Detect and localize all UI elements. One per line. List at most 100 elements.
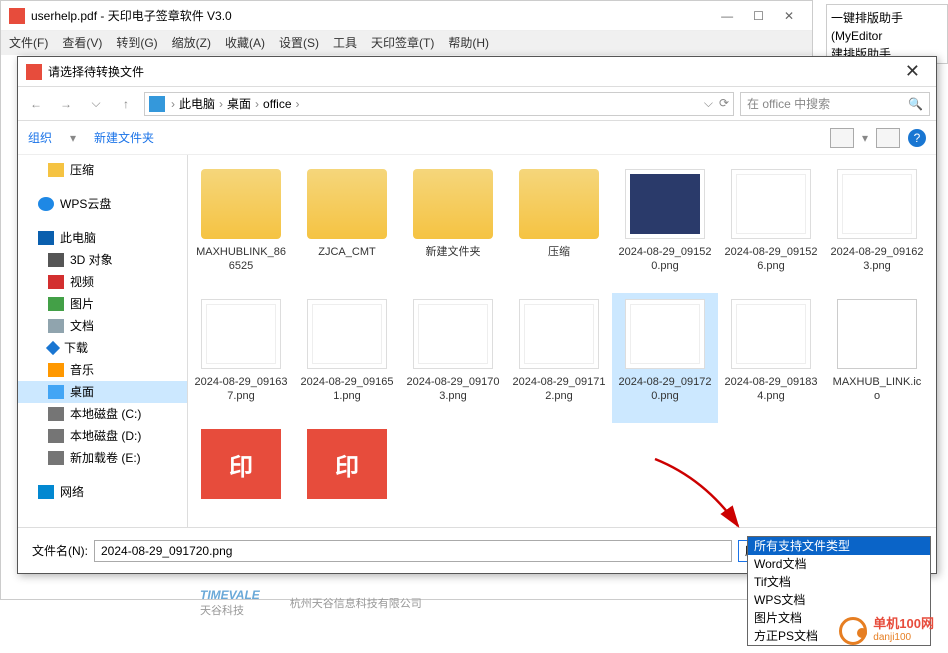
watermark: 单机100网 danji100 bbox=[839, 617, 934, 645]
toolbar-row: 组织▾ 新建文件夹 ▾ ? bbox=[18, 121, 936, 155]
crumb-desktop[interactable]: 桌面 bbox=[227, 95, 251, 112]
tree-item-compress[interactable]: 压缩 bbox=[18, 159, 187, 181]
maximize-button[interactable]: ☐ bbox=[753, 1, 764, 31]
file-item-logo1[interactable]: 印 bbox=[188, 423, 294, 527]
file-thumb bbox=[731, 299, 811, 369]
address-bar[interactable]: › 此电脑 › 桌面 › office › ⌵ ⟳ bbox=[144, 92, 734, 116]
file-label: MAXHUB_LINK.ico bbox=[830, 375, 924, 403]
file-item-zjca[interactable]: ZJCA_CMT bbox=[294, 163, 400, 293]
help-button[interactable]: ? bbox=[908, 129, 926, 147]
menu-view[interactable]: 查看(V) bbox=[62, 31, 102, 55]
file-label: 2024-08-29_091623.png bbox=[830, 245, 924, 273]
tree-item-diskd[interactable]: 本地磁盘 (D:) bbox=[18, 425, 187, 447]
dropdown-option-2[interactable]: Tif文档 bbox=[748, 573, 930, 591]
file-label: MAXHUBLINK_866525 bbox=[194, 245, 288, 273]
back-button[interactable]: ← bbox=[24, 92, 48, 116]
organize-button[interactable]: 组织 bbox=[28, 129, 52, 146]
new-folder-button[interactable]: 新建文件夹 bbox=[94, 129, 154, 146]
file-item-p1834[interactable]: 2024-08-29_091834.png bbox=[718, 293, 824, 423]
file-item-p1712[interactable]: 2024-08-29_091712.png bbox=[506, 293, 612, 423]
tree-item-pics[interactable]: 图片 bbox=[18, 293, 187, 315]
tree-item-pc[interactable]: 此电脑 bbox=[18, 227, 187, 249]
menu-sign[interactable]: 天印签章(T) bbox=[371, 31, 434, 55]
file-item-maxhub[interactable]: MAXHUBLINK_866525 bbox=[188, 163, 294, 293]
menu-settings[interactable]: 设置(S) bbox=[279, 31, 319, 55]
dropdown-option-1[interactable]: Word文档 bbox=[748, 555, 930, 573]
file-label: 2024-08-29_091520.png bbox=[618, 245, 712, 273]
dialog-icon bbox=[26, 64, 42, 80]
ic-3d-icon bbox=[48, 253, 64, 267]
file-item-ico[interactable]: MAXHUB_LINK.ico bbox=[824, 293, 930, 423]
file-label: 2024-08-29_091651.png bbox=[300, 375, 394, 403]
crumb-office[interactable]: office bbox=[263, 97, 291, 111]
tree-item-music[interactable]: 音乐 bbox=[18, 359, 187, 381]
dropdown-option-0[interactable]: 所有支持文件类型 bbox=[748, 537, 930, 555]
file-label: 新建文件夹 bbox=[426, 245, 481, 259]
file-thumb bbox=[837, 169, 917, 239]
ic-disk-icon bbox=[48, 407, 64, 421]
crumb-pc[interactable]: 此电脑 bbox=[179, 95, 215, 112]
tree-item-wps[interactable]: WPS云盘 bbox=[18, 193, 187, 215]
file-thumb bbox=[201, 169, 281, 239]
search-input[interactable]: 在 office 中搜索 🔍 bbox=[740, 92, 930, 116]
menu-zoom[interactable]: 缩放(Z) bbox=[172, 31, 211, 55]
ic-disk-icon bbox=[48, 429, 64, 443]
file-thumb bbox=[307, 169, 387, 239]
preview-toggle-button[interactable] bbox=[876, 128, 900, 148]
filename-input[interactable] bbox=[94, 540, 732, 562]
side-line1: 一键排版助手(MyEditor bbox=[831, 9, 943, 45]
addr-dropdown-icon[interactable]: ⌵ bbox=[704, 96, 713, 111]
file-label: 2024-08-29_091720.png bbox=[618, 375, 712, 403]
dialog-titlebar: 请选择待转换文件 ✕ bbox=[18, 57, 936, 87]
tree-item-diske[interactable]: 新加载卷 (E:) bbox=[18, 447, 187, 469]
file-item-p1520[interactable]: 2024-08-29_091520.png bbox=[612, 163, 718, 293]
dialog-close-button[interactable]: ✕ bbox=[897, 61, 928, 82]
main-menu: 文件(F) 查看(V) 转到(G) 缩放(Z) 收藏(A) 设置(S) 工具 天… bbox=[1, 31, 812, 55]
file-item-compressf[interactable]: 压缩 bbox=[506, 163, 612, 293]
file-item-p1651[interactable]: 2024-08-29_091651.png bbox=[294, 293, 400, 423]
file-thumb bbox=[307, 299, 387, 369]
dropdown-option-3[interactable]: WPS文档 bbox=[748, 591, 930, 609]
file-item-p1720[interactable]: 2024-08-29_091720.png bbox=[612, 293, 718, 423]
menu-goto[interactable]: 转到(G) bbox=[116, 31, 157, 55]
files-area[interactable]: MAXHUBLINK_866525ZJCA_CMT新建文件夹压缩2024-08-… bbox=[188, 155, 936, 527]
tree-item-network[interactable]: 网络 bbox=[18, 481, 187, 503]
refresh-icon[interactable]: ⟳ bbox=[719, 96, 729, 111]
file-thumb: 印 bbox=[307, 429, 387, 499]
file-item-p1623[interactable]: 2024-08-29_091623.png bbox=[824, 163, 930, 293]
menu-fav[interactable]: 收藏(A) bbox=[225, 31, 265, 55]
footer-addr: 杭州天谷信息科技有限公司 bbox=[290, 595, 422, 611]
tree-item-video[interactable]: 视频 bbox=[18, 271, 187, 293]
search-icon: 🔍 bbox=[908, 97, 923, 111]
menu-help[interactable]: 帮助(H) bbox=[448, 31, 489, 55]
file-item-p1526[interactable]: 2024-08-29_091526.png bbox=[718, 163, 824, 293]
recent-dropdown[interactable]: ⌵ bbox=[84, 92, 108, 116]
file-item-p1703[interactable]: 2024-08-29_091703.png bbox=[400, 293, 506, 423]
tree-item-3d[interactable]: 3D 对象 bbox=[18, 249, 187, 271]
file-thumb bbox=[519, 299, 599, 369]
tree-item-desktop[interactable]: 桌面 bbox=[18, 381, 187, 403]
file-dialog: 请选择待转换文件 ✕ ← → ⌵ ↑ › 此电脑 › 桌面 › office ›… bbox=[17, 56, 937, 574]
menu-tools[interactable]: 工具 bbox=[333, 31, 357, 55]
minimize-button[interactable]: — bbox=[721, 1, 733, 31]
file-item-p1637[interactable]: 2024-08-29_091637.png bbox=[188, 293, 294, 423]
view-mode-button[interactable] bbox=[830, 128, 854, 148]
main-title: userhelp.pdf - 天印电子签章软件 V3.0 bbox=[31, 1, 232, 31]
up-button[interactable]: ↑ bbox=[114, 92, 138, 116]
file-thumb bbox=[519, 169, 599, 239]
file-thumb bbox=[413, 169, 493, 239]
file-label: 2024-08-29_091834.png bbox=[724, 375, 818, 403]
tree-item-docs[interactable]: 文档 bbox=[18, 315, 187, 337]
close-button[interactable]: ✕ bbox=[784, 1, 794, 31]
nav-tree[interactable]: 压缩 WPS云盘此电脑3D 对象视频图片文档下载音乐桌面本地磁盘 (C:)本地磁盘… bbox=[18, 155, 188, 527]
forward-button[interactable]: → bbox=[54, 92, 78, 116]
file-item-newfolder[interactable]: 新建文件夹 bbox=[400, 163, 506, 293]
side-window: 一键排版助手(MyEditor 建排版助手 bbox=[826, 4, 948, 64]
file-item-logo2[interactable]: 印 bbox=[294, 423, 400, 527]
tree-item-diskc[interactable]: 本地磁盘 (C:) bbox=[18, 403, 187, 425]
menu-file[interactable]: 文件(F) bbox=[9, 31, 48, 55]
pc-icon bbox=[149, 96, 165, 112]
file-label: 2024-08-29_091703.png bbox=[406, 375, 500, 403]
ic-folder-icon bbox=[48, 163, 64, 177]
tree-item-down[interactable]: 下载 bbox=[18, 337, 187, 359]
